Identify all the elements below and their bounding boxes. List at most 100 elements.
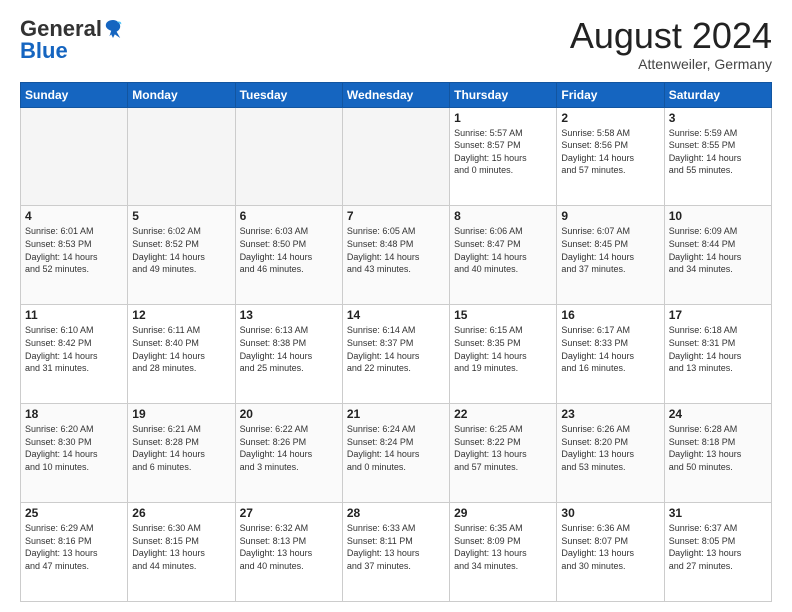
day-number: 9: [561, 209, 659, 223]
calendar-week-row: 4Sunrise: 6:01 AM Sunset: 8:53 PM Daylig…: [21, 206, 772, 305]
calendar-day-cell: [342, 107, 449, 206]
calendar-day-cell: 21 Sunrise: 6:24 AM Sunset: 8:24 PM Dayli…: [342, 404, 449, 503]
calendar-day-cell: 23 Sunrise: 6:26 AM Sunset: 8:20 PM Dayli…: [557, 404, 664, 503]
calendar-day-cell: 26 Sunrise: 6:30 AM Sunset: 8:15 PM Dayli…: [128, 503, 235, 602]
day-detail: Sunrise: 6:26 AM Sunset: 8:20 PM Dayligh…: [561, 423, 659, 473]
calendar-day-cell: 14Sunrise: 6:14 AM Sunset: 8:37 PM Dayli…: [342, 305, 449, 404]
calendar-day-cell: 9Sunrise: 6:07 AM Sunset: 8:45 PM Daylig…: [557, 206, 664, 305]
day-detail: Sunrise: 6:14 AM Sunset: 8:37 PM Dayligh…: [347, 324, 445, 374]
day-number: 25: [25, 506, 123, 520]
title-area: August 2024 Attenweiler, Germany: [570, 16, 772, 72]
calendar-day-cell: 30 Sunrise: 6:36 AM Sunset: 8:07 PM Dayli…: [557, 503, 664, 602]
calendar-day-cell: 28 Sunrise: 6:33 AM Sunset: 8:11 PM Dayli…: [342, 503, 449, 602]
calendar-day-cell: 22 Sunrise: 6:25 AM Sunset: 8:22 PM Dayli…: [450, 404, 557, 503]
day-number: 30: [561, 506, 659, 520]
calendar-week-row: 25 Sunrise: 6:29 AM Sunset: 8:16 PM Dayli…: [21, 503, 772, 602]
day-number: 2: [561, 111, 659, 125]
day-number: 27: [240, 506, 338, 520]
calendar-day-cell: 1 Sunrise: 5:57 AM Sunset: 8:57 PM Daylig…: [450, 107, 557, 206]
day-detail: Sunrise: 6:24 AM Sunset: 8:24 PM Dayligh…: [347, 423, 445, 473]
calendar-day-cell: 4Sunrise: 6:01 AM Sunset: 8:53 PM Daylig…: [21, 206, 128, 305]
day-detail: Sunrise: 6:28 AM Sunset: 8:18 PM Dayligh…: [669, 423, 767, 473]
calendar-day-cell: 10 Sunrise: 6:09 AM Sunset: 8:44 PM Dayli…: [664, 206, 771, 305]
day-number: 3: [669, 111, 767, 125]
day-detail: Sunrise: 5:58 AM Sunset: 8:56 PM Dayligh…: [561, 127, 659, 177]
day-number: 20: [240, 407, 338, 421]
calendar-day-cell: 18Sunrise: 6:20 AM Sunset: 8:30 PM Dayli…: [21, 404, 128, 503]
day-detail: Sunrise: 6:09 AM Sunset: 8:44 PM Dayligh…: [669, 225, 767, 275]
calendar-day-cell: 29Sunrise: 6:35 AM Sunset: 8:09 PM Dayli…: [450, 503, 557, 602]
day-detail: Sunrise: 6:32 AM Sunset: 8:13 PM Dayligh…: [240, 522, 338, 572]
day-detail: Sunrise: 6:35 AM Sunset: 8:09 PM Dayligh…: [454, 522, 552, 572]
day-detail: Sunrise: 6:06 AM Sunset: 8:47 PM Dayligh…: [454, 225, 552, 275]
day-number: 11: [25, 308, 123, 322]
calendar-day-cell: 27 Sunrise: 6:32 AM Sunset: 8:13 PM Dayli…: [235, 503, 342, 602]
day-detail: Sunrise: 6:37 AM Sunset: 8:05 PM Dayligh…: [669, 522, 767, 572]
calendar-day-cell: 16 Sunrise: 6:17 AM Sunset: 8:33 PM Dayli…: [557, 305, 664, 404]
day-number: 10: [669, 209, 767, 223]
day-number: 28: [347, 506, 445, 520]
calendar-day-cell: 3 Sunrise: 5:59 AM Sunset: 8:55 PM Daylig…: [664, 107, 771, 206]
page: General Blue August 2024 Attenweiler, Ge…: [0, 0, 792, 612]
calendar-day-cell: 12 Sunrise: 6:11 AM Sunset: 8:40 PM Dayli…: [128, 305, 235, 404]
calendar-week-row: 18Sunrise: 6:20 AM Sunset: 8:30 PM Dayli…: [21, 404, 772, 503]
day-number: 23: [561, 407, 659, 421]
calendar-day-cell: 19Sunrise: 6:21 AM Sunset: 8:28 PM Dayli…: [128, 404, 235, 503]
day-detail: Sunrise: 6:18 AM Sunset: 8:31 PM Dayligh…: [669, 324, 767, 374]
day-detail: Sunrise: 5:59 AM Sunset: 8:55 PM Dayligh…: [669, 127, 767, 177]
day-detail: Sunrise: 6:30 AM Sunset: 8:15 PM Dayligh…: [132, 522, 230, 572]
calendar-day-cell: 6Sunrise: 6:03 AM Sunset: 8:50 PM Daylig…: [235, 206, 342, 305]
calendar-day-header: Sunday: [21, 82, 128, 107]
calendar-day-cell: 13 Sunrise: 6:13 AM Sunset: 8:38 PM Dayli…: [235, 305, 342, 404]
day-detail: Sunrise: 6:11 AM Sunset: 8:40 PM Dayligh…: [132, 324, 230, 374]
day-detail: Sunrise: 6:17 AM Sunset: 8:33 PM Dayligh…: [561, 324, 659, 374]
day-detail: Sunrise: 6:33 AM Sunset: 8:11 PM Dayligh…: [347, 522, 445, 572]
calendar-table: SundayMondayTuesdayWednesdayThursdayFrid…: [20, 82, 772, 602]
day-number: 8: [454, 209, 552, 223]
calendar-week-row: 1 Sunrise: 5:57 AM Sunset: 8:57 PM Daylig…: [21, 107, 772, 206]
day-detail: Sunrise: 6:01 AM Sunset: 8:53 PM Dayligh…: [25, 225, 123, 275]
calendar-week-row: 11 Sunrise: 6:10 AM Sunset: 8:42 PM Dayli…: [21, 305, 772, 404]
day-number: 21: [347, 407, 445, 421]
header: General Blue August 2024 Attenweiler, Ge…: [20, 16, 772, 72]
day-detail: Sunrise: 6:13 AM Sunset: 8:38 PM Dayligh…: [240, 324, 338, 374]
calendar-day-cell: 31Sunrise: 6:37 AM Sunset: 8:05 PM Dayli…: [664, 503, 771, 602]
month-title: August 2024: [570, 16, 772, 56]
day-detail: Sunrise: 6:25 AM Sunset: 8:22 PM Dayligh…: [454, 423, 552, 473]
calendar-day-cell: [235, 107, 342, 206]
day-detail: Sunrise: 6:10 AM Sunset: 8:42 PM Dayligh…: [25, 324, 123, 374]
calendar-day-cell: 25 Sunrise: 6:29 AM Sunset: 8:16 PM Dayli…: [21, 503, 128, 602]
calendar-day-cell: 24 Sunrise: 6:28 AM Sunset: 8:18 PM Dayli…: [664, 404, 771, 503]
day-number: 26: [132, 506, 230, 520]
calendar-day-header: Tuesday: [235, 82, 342, 107]
calendar-day-cell: 20 Sunrise: 6:22 AM Sunset: 8:26 PM Dayli…: [235, 404, 342, 503]
day-number: 5: [132, 209, 230, 223]
logo: General Blue: [20, 16, 120, 64]
day-number: 15: [454, 308, 552, 322]
calendar-day-header: Friday: [557, 82, 664, 107]
day-detail: Sunrise: 6:29 AM Sunset: 8:16 PM Dayligh…: [25, 522, 123, 572]
day-number: 6: [240, 209, 338, 223]
day-detail: Sunrise: 6:21 AM Sunset: 8:28 PM Dayligh…: [132, 423, 230, 473]
day-number: 13: [240, 308, 338, 322]
calendar-day-cell: 8 Sunrise: 6:06 AM Sunset: 8:47 PM Daylig…: [450, 206, 557, 305]
calendar-day-header: Thursday: [450, 82, 557, 107]
day-detail: Sunrise: 6:36 AM Sunset: 8:07 PM Dayligh…: [561, 522, 659, 572]
day-number: 16: [561, 308, 659, 322]
day-number: 22: [454, 407, 552, 421]
day-detail: Sunrise: 6:05 AM Sunset: 8:48 PM Dayligh…: [347, 225, 445, 275]
calendar-header-row: SundayMondayTuesdayWednesdayThursdayFrid…: [21, 82, 772, 107]
calendar-day-header: Saturday: [664, 82, 771, 107]
day-detail: Sunrise: 6:15 AM Sunset: 8:35 PM Dayligh…: [454, 324, 552, 374]
day-number: 1: [454, 111, 552, 125]
day-number: 7: [347, 209, 445, 223]
day-number: 17: [669, 308, 767, 322]
day-number: 24: [669, 407, 767, 421]
calendar-day-header: Monday: [128, 82, 235, 107]
day-number: 12: [132, 308, 230, 322]
calendar-day-cell: 2 Sunrise: 5:58 AM Sunset: 8:56 PM Daylig…: [557, 107, 664, 206]
day-detail: Sunrise: 6:20 AM Sunset: 8:30 PM Dayligh…: [25, 423, 123, 473]
calendar-day-cell: [21, 107, 128, 206]
day-detail: Sunrise: 5:57 AM Sunset: 8:57 PM Dayligh…: [454, 127, 552, 177]
day-detail: Sunrise: 6:22 AM Sunset: 8:26 PM Dayligh…: [240, 423, 338, 473]
